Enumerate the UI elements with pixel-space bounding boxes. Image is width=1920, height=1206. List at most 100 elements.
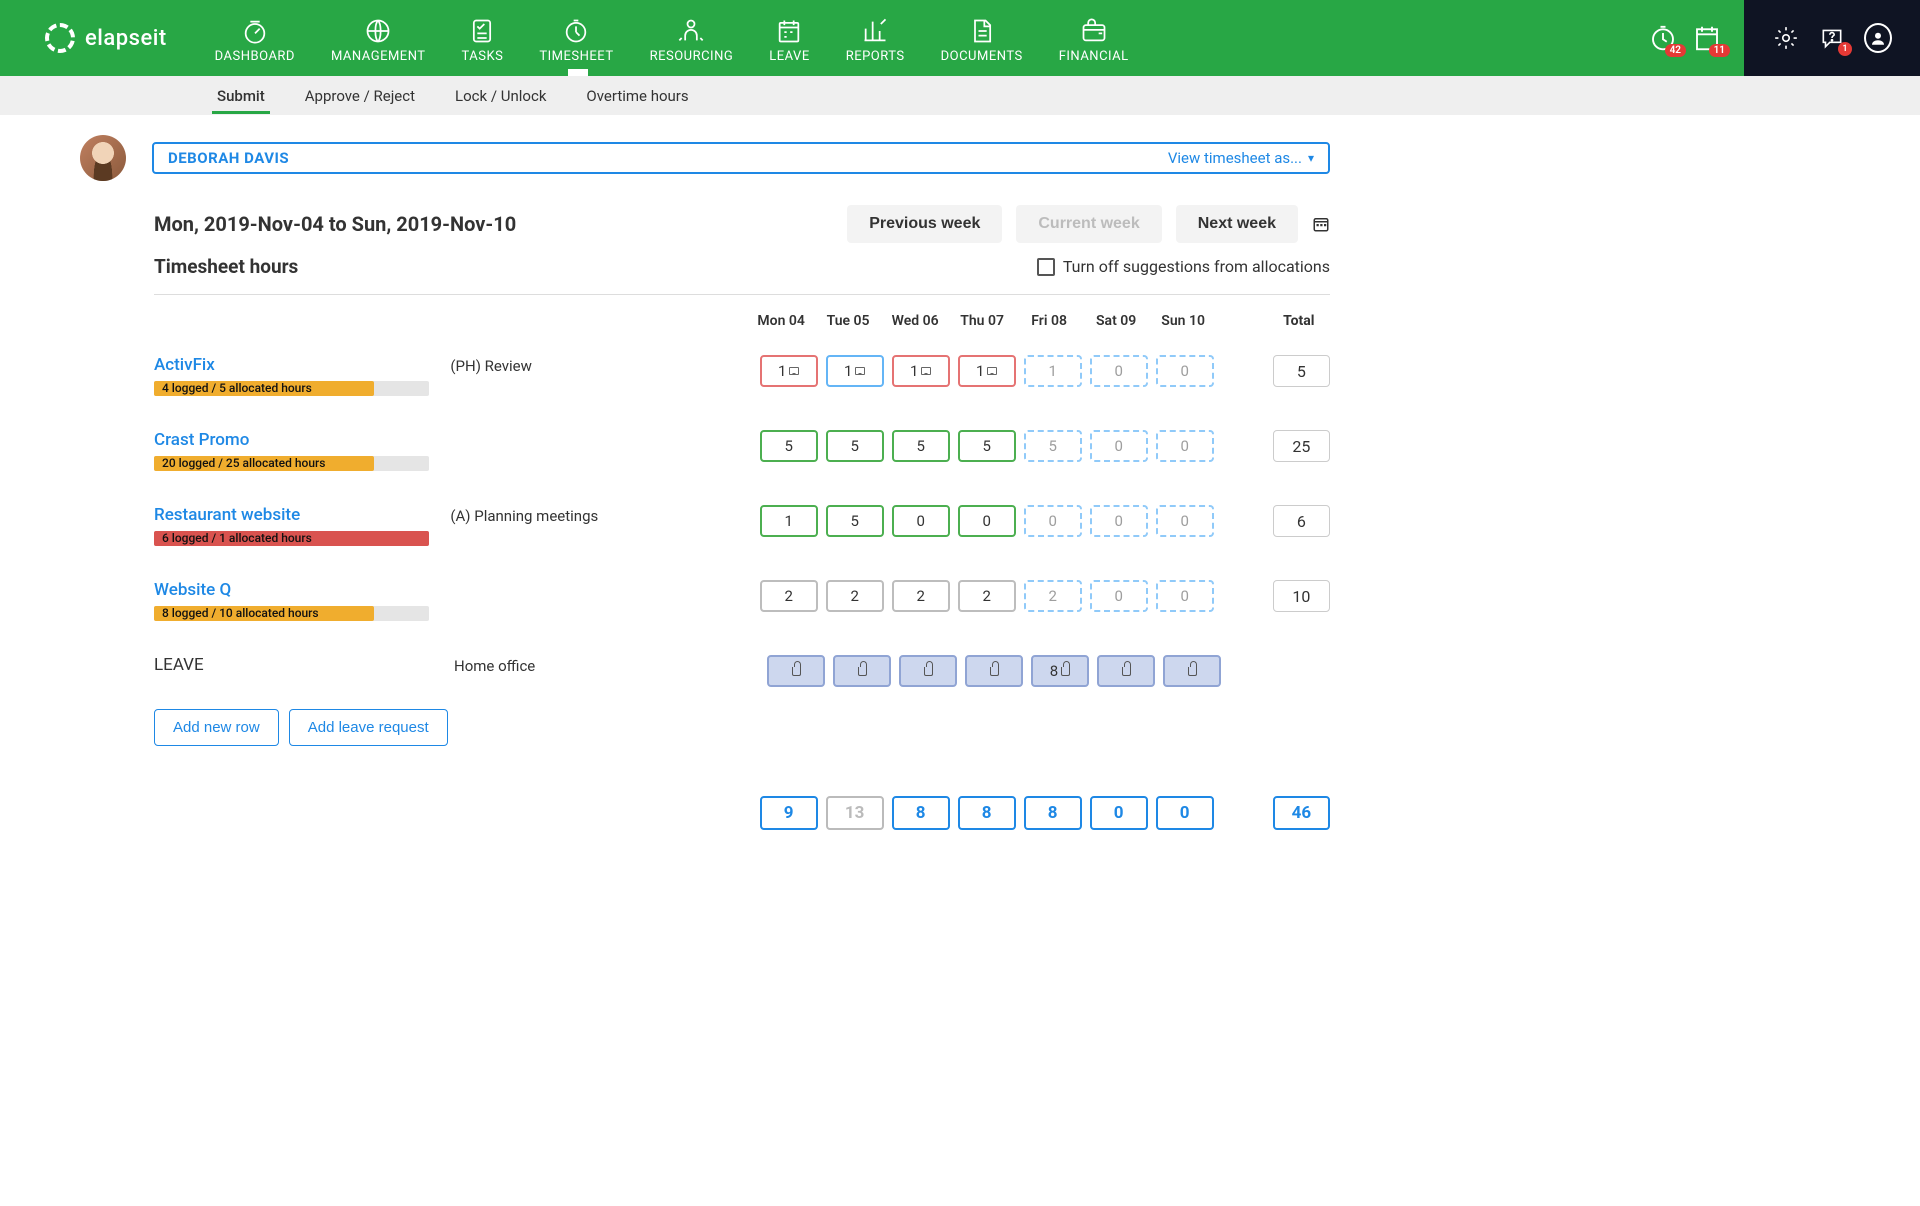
add-row-button[interactable]: Add new row [154, 709, 279, 746]
row-total: 10 [1273, 580, 1330, 612]
hour-cell[interactable]: 2 [1024, 580, 1082, 612]
lock-icon [1061, 667, 1070, 676]
comment-icon [987, 367, 997, 375]
timer-badge-icon[interactable]: 42 [1646, 21, 1680, 55]
hour-cell[interactable]: 0 [1090, 430, 1148, 462]
hour-cell[interactable]: 2 [958, 580, 1016, 612]
hour-cell[interactable]: 5 [760, 430, 818, 462]
nav-documents[interactable]: DOCUMENTS [923, 0, 1041, 76]
hour-cell[interactable]: 0 [1090, 355, 1148, 387]
task-label [450, 430, 756, 432]
subnav-submit[interactable]: Submit [212, 78, 270, 114]
current-week-button[interactable]: Current week [1016, 205, 1161, 243]
task-label [450, 580, 756, 582]
grid-header: Mon 04Tue 05Wed 06Thu 07Fri 08Sat 09Sun … [154, 295, 1330, 335]
nav-financial[interactable]: FINANCIAL [1041, 0, 1147, 76]
user-avatar[interactable] [80, 135, 126, 181]
day-header: Fri 08 [1017, 313, 1082, 329]
prev-week-button[interactable]: Previous week [847, 205, 1002, 243]
hour-cell[interactable]: 5 [958, 430, 1016, 462]
leave-cell [1097, 655, 1155, 687]
tasks-icon [468, 17, 496, 45]
calendar-picker-icon[interactable] [1312, 215, 1330, 233]
section-title: Timesheet hours [154, 255, 298, 278]
settings-icon[interactable] [1772, 24, 1800, 52]
hour-cell[interactable]: 1 [760, 505, 818, 537]
nav-leave[interactable]: LEAVE [751, 0, 827, 76]
reports-icon [861, 17, 889, 45]
user-name: DEBORAH DAVIS [168, 149, 289, 167]
hour-cell[interactable]: 1 [760, 355, 818, 387]
hour-cell[interactable]: 0 [1156, 580, 1214, 612]
project-link[interactable]: Website Q [154, 580, 450, 600]
add-leave-button[interactable]: Add leave request [289, 709, 448, 746]
view-as-dropdown[interactable]: View timesheet as... [1168, 149, 1314, 167]
hour-cell[interactable]: 2 [760, 580, 818, 612]
hour-cell[interactable]: 1 [1024, 355, 1082, 387]
hour-cell[interactable]: 0 [1156, 505, 1214, 537]
logo-icon [45, 23, 75, 53]
timesheet-row: Restaurant website 6 logged / 1 allocated… [154, 485, 1330, 560]
subnav-lock[interactable]: Lock / Unlock [450, 78, 551, 114]
day-header: Mon 04 [749, 313, 814, 329]
lock-icon [858, 667, 867, 676]
leave-row: LEAVE Home office 8 [154, 635, 1330, 701]
hour-cell[interactable]: 0 [958, 505, 1016, 537]
nav-timesheet[interactable]: TIMESHEET [521, 0, 631, 76]
hour-cell[interactable]: 0 [1156, 430, 1214, 462]
hour-cell[interactable]: 0 [1090, 580, 1148, 612]
timer-badge: 42 [1665, 44, 1686, 57]
hour-cell[interactable]: 5 [892, 430, 950, 462]
suggestions-toggle[interactable]: Turn off suggestions from allocations [1037, 257, 1330, 276]
hour-cell[interactable]: 1 [958, 355, 1016, 387]
progress-bar: 6 logged / 1 allocated hours [154, 531, 429, 546]
project-link[interactable]: Restaurant website [154, 505, 450, 525]
calendar-badge-icon[interactable]: 11 [1690, 21, 1724, 55]
nav-reports[interactable]: REPORTS [828, 0, 923, 76]
row-total: 5 [1273, 355, 1330, 387]
hour-cell[interactable]: 0 [892, 505, 950, 537]
nav-resourcing[interactable]: RESOURCING [632, 0, 752, 76]
nav-tasks[interactable]: TASKS [444, 0, 522, 76]
progress-text: 8 logged / 10 allocated hours [162, 606, 319, 621]
date-range: Mon, 2019-Nov-04 to Sun, 2019-Nov-10 [154, 212, 516, 236]
progress-text: 20 logged / 25 allocated hours [162, 456, 325, 471]
action-buttons: Add new row Add leave request [154, 709, 1330, 746]
subnav-approve[interactable]: Approve / Reject [300, 78, 420, 114]
project-link[interactable]: Crast Promo [154, 430, 450, 450]
day-total: 8 [1024, 796, 1082, 830]
comment-icon [855, 367, 865, 375]
hour-cell[interactable]: 5 [1024, 430, 1082, 462]
lock-icon [924, 667, 933, 676]
hour-cell[interactable]: 1 [892, 355, 950, 387]
help-chat-icon[interactable]: 1 [1818, 24, 1846, 52]
nav-dashboard[interactable]: DASHBOARD [197, 0, 313, 76]
subnav-overtime[interactable]: Overtime hours [581, 78, 693, 114]
leave-cell: 8 [1031, 655, 1089, 687]
hour-cell[interactable]: 0 [1090, 505, 1148, 537]
profile-icon[interactable] [1864, 24, 1892, 52]
checkbox-icon[interactable] [1037, 258, 1055, 276]
comment-icon [789, 367, 799, 375]
hour-cell[interactable]: 1 [826, 355, 884, 387]
hour-cell[interactable]: 0 [1156, 355, 1214, 387]
next-week-button[interactable]: Next week [1176, 205, 1298, 243]
hour-cell[interactable]: 2 [892, 580, 950, 612]
hour-cell[interactable]: 2 [826, 580, 884, 612]
nav-management[interactable]: MANAGEMENT [313, 0, 444, 76]
comment-icon [921, 367, 931, 375]
hour-cell[interactable]: 0 [1024, 505, 1082, 537]
hour-cell[interactable]: 5 [826, 430, 884, 462]
leave-cell [833, 655, 891, 687]
logo[interactable]: elapseit [0, 0, 197, 76]
hour-cell[interactable]: 5 [826, 505, 884, 537]
calendar-badge: 11 [1709, 44, 1730, 57]
project-link[interactable]: ActivFix [154, 355, 450, 375]
day-total: 0 [1156, 796, 1214, 830]
leave-cell [1163, 655, 1221, 687]
resourcing-icon [677, 17, 705, 45]
toggle-label: Turn off suggestions from allocations [1063, 257, 1330, 276]
user-selector[interactable]: DEBORAH DAVIS View timesheet as... [152, 142, 1330, 174]
row-total: 25 [1273, 430, 1330, 462]
day-total: 0 [1090, 796, 1148, 830]
